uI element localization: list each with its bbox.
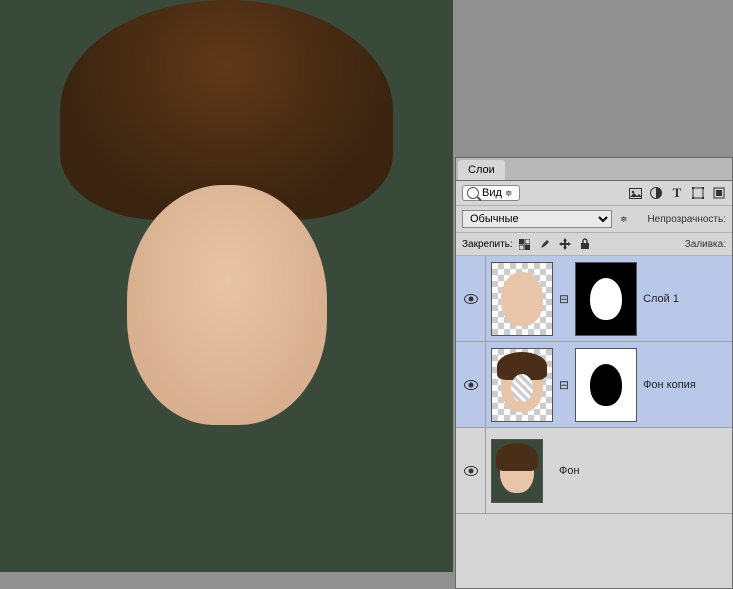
- blend-mode-select[interactable]: Обычные: [462, 210, 612, 228]
- lock-label: Закрепить:: [462, 239, 513, 250]
- fill-label: Заливка:: [685, 239, 726, 250]
- layer-filter[interactable]: Вид ≑: [462, 185, 520, 201]
- lock-move-icon[interactable]: [558, 237, 572, 251]
- text-filter-icon[interactable]: T: [670, 186, 684, 200]
- layer-thumbnail[interactable]: [491, 348, 553, 422]
- canvas-face: [127, 185, 327, 445]
- layer-thumbnail[interactable]: [491, 262, 553, 336]
- search-icon: [467, 187, 479, 199]
- blend-row: Обычные ≑ Непрозрачность:: [456, 206, 732, 233]
- link-mask-icon[interactable]: ⊟: [559, 292, 569, 306]
- lock-pixels-icon[interactable]: [518, 237, 532, 251]
- eye-icon: [464, 466, 478, 476]
- face-thumb: [501, 272, 543, 326]
- layer-name[interactable]: Фон копия: [643, 379, 696, 391]
- mask-thumbnail[interactable]: [575, 262, 637, 336]
- adjust-filter-icon[interactable]: [649, 186, 663, 200]
- layer-name[interactable]: Фон: [559, 465, 580, 477]
- visibility-toggle[interactable]: [456, 342, 486, 427]
- eye-icon: [464, 380, 478, 390]
- layer-name[interactable]: Слой 1: [643, 293, 679, 305]
- link-mask-icon[interactable]: ⊟: [559, 378, 569, 392]
- layer-thumbnail[interactable]: [491, 439, 543, 503]
- layers-list: ⊟ Слой 1 ⊟ Фон копия: [456, 256, 732, 588]
- face-thumb: [500, 449, 534, 493]
- layer-row[interactable]: ⊟ Слой 1: [456, 256, 732, 342]
- lock-row: Закрепить: Заливка:: [456, 233, 732, 256]
- lock-all-icon[interactable]: [578, 237, 592, 251]
- layer-row[interactable]: ⊟ Фон копия: [456, 342, 732, 428]
- filter-dropdown-icon[interactable]: ≑: [502, 188, 516, 199]
- image-filter-icon[interactable]: [628, 186, 642, 200]
- tab-layers[interactable]: Слои: [458, 160, 505, 180]
- shape-filter-icon[interactable]: [691, 186, 705, 200]
- opacity-label: Непрозрачность:: [647, 214, 726, 225]
- layers-panel: Слои Вид ≑ T Обычные ≑ Непрозрачность: З…: [455, 157, 733, 589]
- filter-label: Вид: [482, 187, 502, 199]
- filter-row: Вид ≑ T: [456, 181, 732, 206]
- lock-brush-icon[interactable]: [538, 237, 552, 251]
- layer-row[interactable]: Фон: [456, 428, 732, 514]
- visibility-toggle[interactable]: [456, 428, 486, 513]
- mask-thumbnail[interactable]: [575, 348, 637, 422]
- blend-stepper[interactable]: ≑: [617, 214, 631, 225]
- canvas[interactable]: [0, 0, 453, 572]
- face-thumb: [501, 358, 543, 412]
- visibility-toggle[interactable]: [456, 256, 486, 341]
- smart-filter-icon[interactable]: [712, 186, 726, 200]
- eye-icon: [464, 294, 478, 304]
- panel-tabs: Слои: [456, 158, 732, 181]
